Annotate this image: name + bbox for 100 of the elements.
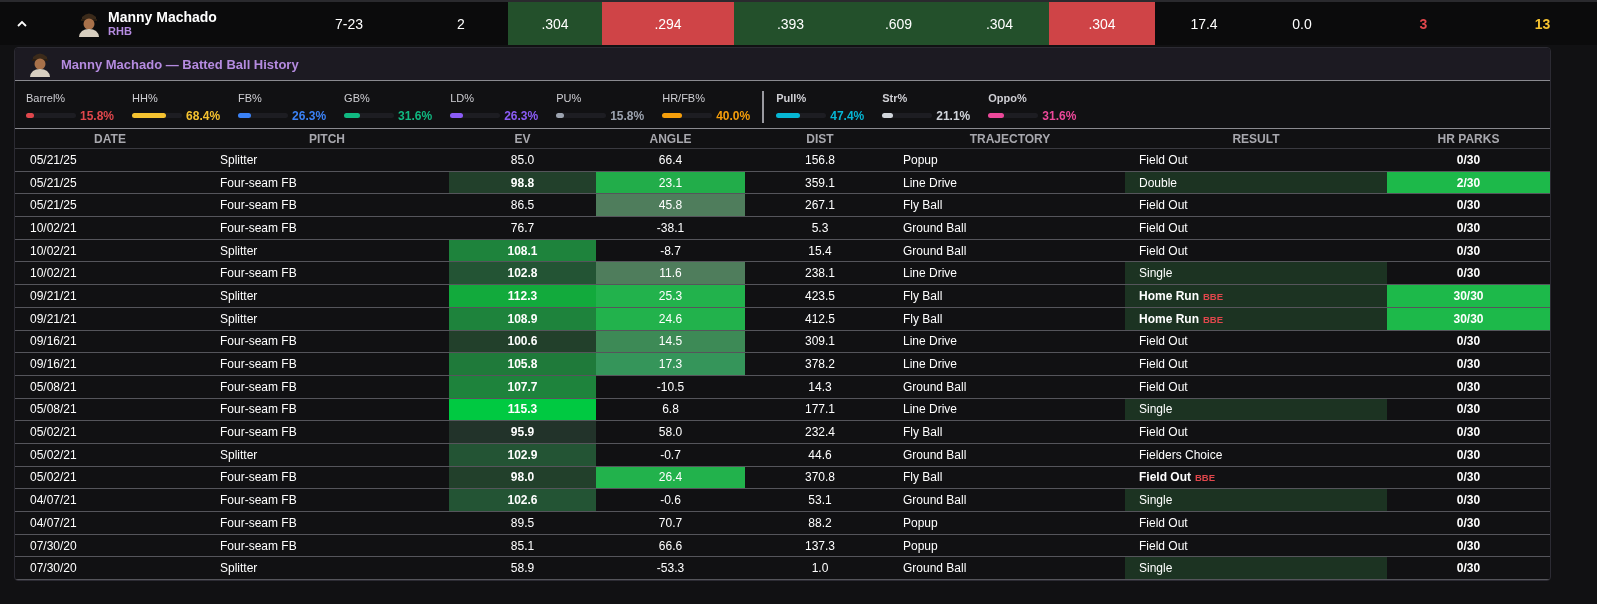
- trajectory-cell: Popup: [895, 511, 1125, 535]
- pitch-cell: Four-seam FB: [205, 511, 449, 535]
- exit-velocity-cell: 85.1: [449, 534, 596, 557]
- stat-value: 68.4%: [186, 108, 221, 123]
- exit-velocity-cell: 112.3: [449, 284, 596, 308]
- hr-parks-cell: 0/30: [1387, 420, 1550, 444]
- batter-hand: RHB: [108, 25, 133, 38]
- stat-label: HR/FB%: [662, 91, 706, 104]
- hr-parks-cell: 0/30: [1387, 193, 1550, 217]
- result-cell: Field Out: [1125, 193, 1387, 217]
- launch-angle-cell: -10.5: [596, 375, 745, 399]
- stat-value: 31.6%: [398, 108, 433, 123]
- pitch-cell: Splitter: [205, 148, 449, 172]
- launch-angle-cell: 23.1: [596, 171, 745, 194]
- launch-angle-cell: 24.6: [596, 307, 745, 330]
- pitch-cell: Four-seam FB: [205, 193, 449, 217]
- exit-velocity-cell: 89.5: [449, 511, 596, 535]
- stat-label: GB%: [344, 91, 371, 104]
- hr-parks-cell: 30/30: [1387, 284, 1550, 308]
- date-cell: 04/07/21: [15, 488, 205, 512]
- column-header[interactable]: DATE: [15, 128, 205, 149]
- result-text: Home Run: [1139, 288, 1199, 303]
- stat-cell-text: 7-23: [334, 14, 364, 34]
- column-header[interactable]: RESULT: [1125, 128, 1387, 149]
- pitch-cell: Four-seam FB: [205, 466, 449, 489]
- result-cell: Single: [1125, 398, 1387, 421]
- launch-angle-cell: 6.8: [596, 398, 745, 421]
- trajectory-cell: Line Drive: [895, 352, 1125, 376]
- result-cell: Single: [1125, 556, 1387, 580]
- hr-parks-cell: 0/30: [1387, 466, 1550, 489]
- stat-cell-text: 17.4: [1189, 14, 1219, 34]
- hr-parks-cell: 0/30: [1387, 261, 1550, 285]
- stat-cell-text: 2: [456, 14, 466, 34]
- trajectory-cell: Fly Ball: [895, 307, 1125, 330]
- launch-angle-cell: -0.6: [596, 488, 745, 512]
- stat-label: Pull%: [776, 91, 808, 104]
- exit-velocity-cell: 95.9: [449, 420, 596, 444]
- stat-value: 21.1%: [936, 108, 971, 123]
- distance-cell: 177.1: [745, 398, 895, 421]
- date-cell: 07/30/20: [15, 534, 205, 557]
- trajectory-cell: Ground Ball: [895, 556, 1125, 580]
- bbe-tag: BBE: [1203, 290, 1224, 302]
- trajectory-cell: Ground Ball: [895, 488, 1125, 512]
- exit-velocity-cell: 76.7: [449, 216, 596, 240]
- result-cell: Single: [1125, 488, 1387, 512]
- pitch-cell: Four-seam FB: [205, 375, 449, 399]
- stat-cell: .304: [950, 2, 1049, 45]
- column-header[interactable]: TRAJECTORY: [895, 128, 1125, 149]
- launch-angle-cell: 66.6: [596, 534, 745, 557]
- result-cell: Field Out: [1125, 352, 1387, 376]
- hr-parks-cell: 0/30: [1387, 375, 1550, 399]
- stat-value: 47.4%: [830, 108, 865, 123]
- bbe-tag: BBE: [1203, 313, 1224, 325]
- trajectory-cell: Fly Ball: [895, 420, 1125, 444]
- stat-cell: .304: [1049, 2, 1155, 45]
- date-cell: 05/08/21: [15, 375, 205, 399]
- result-cell: Field Out: [1125, 148, 1387, 172]
- column-header[interactable]: PITCH: [205, 128, 449, 149]
- pitch-cell: Four-seam FB: [205, 216, 449, 240]
- column-header[interactable]: DIST: [745, 128, 895, 149]
- pitch-cell: Four-seam FB: [205, 398, 449, 421]
- date-cell: 05/21/25: [15, 171, 205, 194]
- exit-velocity-cell: 98.0: [449, 466, 596, 489]
- date-cell: 09/16/21: [15, 352, 205, 376]
- exit-velocity-cell: 98.8: [449, 171, 596, 194]
- stat-value: 26.3%: [292, 108, 327, 123]
- launch-angle-cell: -0.7: [596, 443, 745, 467]
- trajectory-cell: Ground Ball: [895, 239, 1125, 262]
- distance-cell: 53.1: [745, 488, 895, 512]
- stat-label: HH%: [132, 91, 159, 104]
- distance-cell: 156.8: [745, 148, 895, 172]
- distance-cell: 378.2: [745, 352, 895, 376]
- pitch-cell: Splitter: [205, 443, 449, 467]
- hr-parks-cell: 0/30: [1387, 443, 1550, 467]
- hr-parks-cell: 2/30: [1387, 171, 1550, 194]
- hr-parks-cell: 0/30: [1387, 534, 1550, 557]
- distance-cell: 423.5: [745, 284, 895, 308]
- panel-title: Manny Machado — Batted Ball History: [61, 56, 299, 72]
- hr-parks-cell: 0/30: [1387, 148, 1550, 172]
- stat-cell: .609: [847, 2, 950, 45]
- stat-label: Oppo%: [988, 91, 1028, 104]
- exit-velocity-cell: 85.0: [449, 148, 596, 172]
- trajectory-cell: Ground Ball: [895, 216, 1125, 240]
- distance-cell: 137.3: [745, 534, 895, 557]
- date-cell: 10/02/21: [15, 261, 205, 285]
- date-cell: 05/08/21: [15, 398, 205, 421]
- exit-velocity-cell: 105.8: [449, 352, 596, 376]
- exit-velocity-cell: 102.8: [449, 261, 596, 285]
- date-cell: 09/21/21: [15, 307, 205, 330]
- hr-parks-cell: 0/30: [1387, 216, 1550, 240]
- exit-velocity-cell: 115.3: [449, 398, 596, 421]
- column-header[interactable]: EV: [449, 128, 596, 149]
- column-header[interactable]: HR PARKS: [1387, 128, 1550, 149]
- pitch-cell: Four-seam FB: [205, 420, 449, 444]
- result-cell: Field Out: [1125, 375, 1387, 399]
- trajectory-cell: Popup: [895, 534, 1125, 557]
- column-header[interactable]: ANGLE: [596, 128, 745, 149]
- distance-cell: 359.1: [745, 171, 895, 194]
- stat-label: Str%: [882, 91, 909, 104]
- stat-value: 40.0%: [716, 108, 751, 123]
